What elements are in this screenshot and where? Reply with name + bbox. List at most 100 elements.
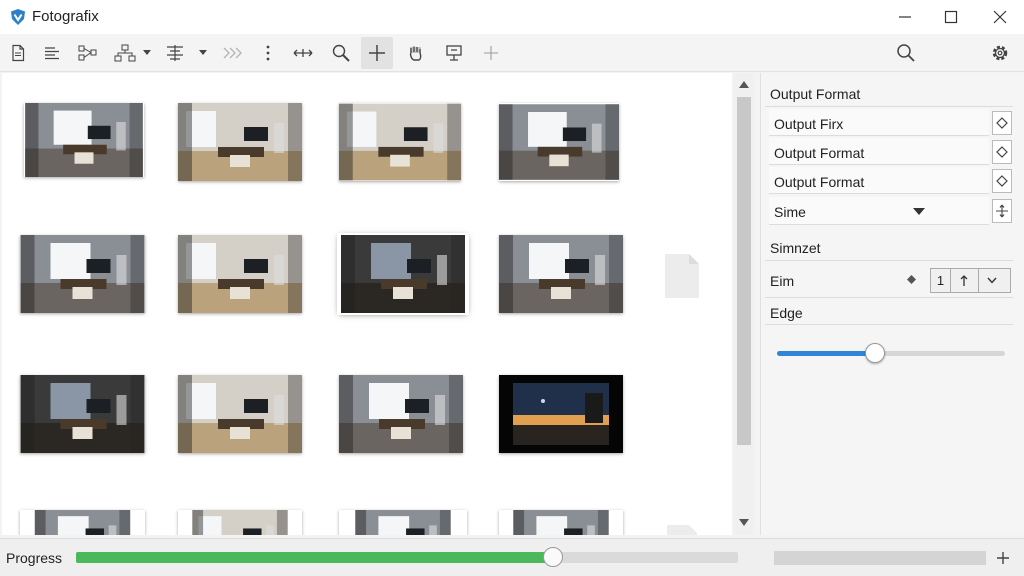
photo-thumbnail[interactable] [20, 510, 145, 535]
edge-label: Edge [770, 305, 803, 321]
panel-title: Output Format [770, 86, 861, 102]
panel-scrollbar[interactable] [774, 551, 986, 565]
output-row-label: Output Format [774, 145, 865, 161]
hand-button[interactable] [400, 37, 432, 69]
photo-thumbnail[interactable] [178, 375, 302, 453]
output-row-button[interactable] [992, 140, 1012, 164]
section-label: Simnzet [770, 240, 821, 256]
progress-label: Progress [6, 550, 63, 566]
close-button[interactable] [976, 0, 1024, 34]
add-panel-button[interactable] [992, 547, 1014, 569]
new-document-button[interactable] [2, 37, 34, 69]
sime-dropdown[interactable]: Sime [769, 197, 989, 225]
eim-stepper[interactable]: 1 [930, 268, 1011, 293]
app-title: Fotografix [32, 8, 99, 25]
photo-thumbnail[interactable] [339, 375, 463, 453]
maximize-button[interactable] [927, 0, 975, 34]
search-button[interactable] [890, 37, 922, 69]
divider [765, 106, 1013, 107]
output-row[interactable]: Output Format [769, 167, 989, 194]
flow-button[interactable] [72, 37, 104, 69]
photo-thumbnail[interactable] [24, 103, 144, 177]
move-icon [293, 49, 313, 57]
settings-button[interactable] [984, 37, 1016, 69]
diamond-icon [996, 117, 1008, 129]
crosshair-icon [484, 46, 498, 60]
photo-thumbnail[interactable] [499, 103, 619, 181]
photo-thumbnail[interactable] [499, 510, 623, 535]
stepper-arrows-icon[interactable] [959, 274, 969, 287]
output-row[interactable]: Output Firx [769, 109, 989, 136]
chevron-down-icon[interactable] [987, 277, 997, 284]
scroll-up-icon[interactable] [739, 81, 749, 88]
fast-forward-icon [223, 47, 242, 59]
more-button[interactable] [252, 37, 284, 69]
divider [765, 297, 1013, 298]
flow-icon [78, 45, 97, 61]
photo-thumbnail[interactable] [339, 510, 467, 535]
add-icon [369, 45, 385, 61]
hierarchy-icon [114, 44, 136, 62]
distribute-icon [167, 45, 183, 61]
settings-icon [992, 45, 1008, 61]
sime-label: Sime [774, 204, 806, 220]
photo-thumbnail[interactable] [20, 235, 145, 313]
chevron-down-icon [143, 50, 151, 55]
progress-fill [76, 552, 553, 563]
hierarchy-button[interactable] [110, 37, 140, 69]
slider-handle[interactable] [865, 343, 886, 363]
fast-forward-button[interactable] [217, 37, 249, 69]
progress-bar[interactable] [76, 547, 738, 567]
output-row-label: Output Firx [774, 116, 844, 132]
scrollbar-thumb[interactable] [737, 97, 751, 445]
more-vertical-icon [266, 45, 270, 61]
maximize-icon [944, 10, 958, 24]
hand-icon [409, 46, 422, 61]
photo-thumbnail[interactable] [499, 375, 623, 453]
hierarchy-dropdown[interactable] [140, 37, 154, 69]
crosshair-button[interactable] [475, 37, 507, 69]
chevron-down-icon [913, 208, 925, 215]
move-button[interactable] [287, 37, 319, 69]
output-row-button[interactable] [992, 169, 1012, 193]
diamond-icon [907, 275, 916, 284]
zoom-button[interactable] [325, 37, 357, 69]
progress-handle[interactable] [542, 547, 563, 567]
new-document-icon [12, 44, 25, 62]
diamond-icon [996, 146, 1008, 158]
output-row-button[interactable] [992, 111, 1012, 135]
search-icon [897, 44, 915, 62]
export-button[interactable] [438, 37, 470, 69]
align-button[interactable] [36, 37, 68, 69]
add-button[interactable] [361, 37, 393, 69]
photo-thumbnail[interactable] [499, 235, 623, 313]
slider-fill [777, 351, 876, 356]
output-row[interactable]: Output Format [769, 138, 989, 165]
gallery-scrollbar[interactable] [734, 73, 754, 535]
thumbnail-gallery [2, 73, 732, 535]
distribute-button[interactable] [158, 37, 192, 69]
photo-thumbnail[interactable] [339, 103, 461, 181]
divider [765, 260, 1013, 261]
divider [765, 324, 1013, 325]
properties-panel: Output Format Output Firx Output Format … [760, 73, 1024, 535]
sime-button[interactable] [992, 199, 1012, 223]
zoom-icon [332, 44, 350, 62]
scroll-down-icon[interactable] [739, 519, 749, 526]
edge-slider[interactable] [777, 343, 1005, 363]
distribute-dropdown[interactable] [196, 37, 210, 69]
photo-thumbnail[interactable] [178, 235, 302, 313]
move-icon [996, 204, 1008, 218]
stepper-value: 1 [931, 269, 951, 292]
output-row-label: Output Format [774, 174, 865, 190]
photo-thumbnail[interactable] [178, 103, 302, 181]
photo-thumbnail-selected[interactable] [339, 235, 467, 313]
align-icon [45, 47, 59, 60]
minimize-button[interactable] [881, 0, 929, 34]
close-icon [993, 10, 1007, 24]
add-icon [997, 552, 1009, 564]
title-bar: Fotografix [0, 0, 1024, 34]
photo-thumbnail[interactable] [178, 510, 302, 535]
toolbar [0, 34, 1024, 72]
photo-thumbnail[interactable] [20, 375, 145, 453]
